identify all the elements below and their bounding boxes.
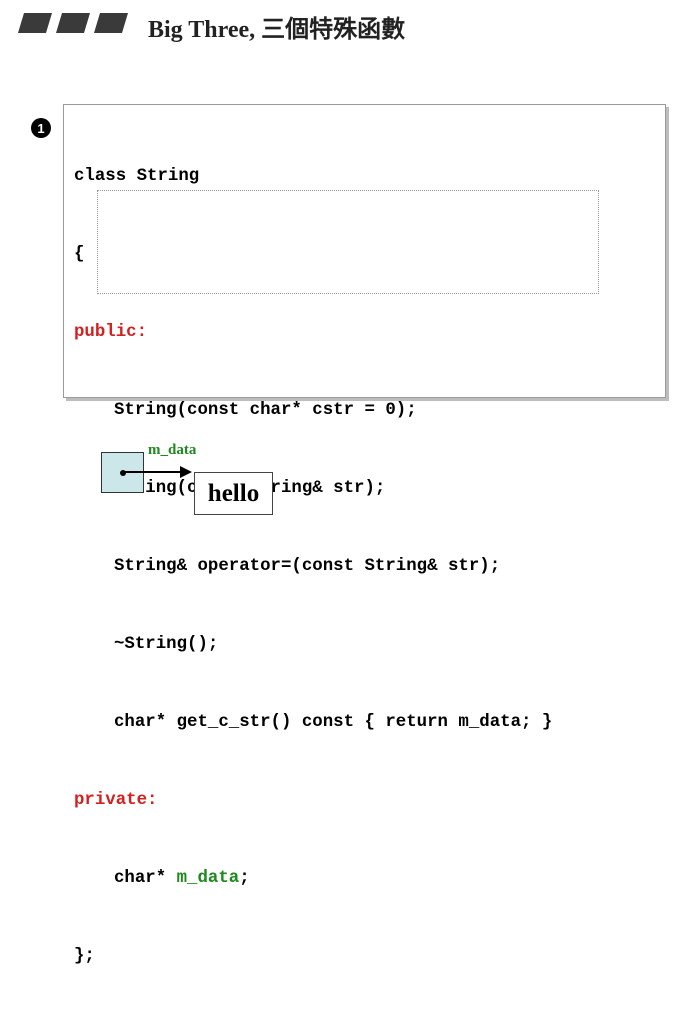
code-line: private: [74, 788, 552, 814]
public-keyword: public: [74, 323, 148, 342]
string-value-box: hello [194, 472, 273, 515]
member-terminator: ; [239, 869, 250, 888]
open-brace: { [74, 245, 85, 264]
pointer-dot [120, 470, 126, 476]
code-line: char* get_c_str() const { return m_data;… [74, 710, 552, 736]
code-line: String(const char* cstr = 0); [74, 398, 552, 424]
getter-declaration: char* get_c_str() const { return m_data;… [114, 713, 553, 732]
pointer-box [101, 452, 144, 493]
class-declaration: class String [74, 167, 200, 186]
code-text: class String { public: String(const char… [74, 112, 552, 1022]
code-line: char* m_data; [74, 866, 552, 892]
code-line: public: [74, 320, 552, 346]
destructor-declaration: ~String(); [114, 635, 219, 654]
close-brace: }; [74, 947, 95, 966]
code-line: { [74, 242, 552, 268]
code-line: class String [74, 164, 552, 190]
code-line: String(const String& str); [74, 476, 552, 502]
pointer-label: m_data [148, 442, 197, 458]
slide-title: Big Three, 三個特殊函數 [148, 17, 406, 43]
title-bars-icon [18, 13, 128, 33]
private-keyword: private: [74, 791, 158, 810]
constructor-declaration: String(const char* cstr = 0); [114, 401, 417, 420]
member-name: m_data [176, 869, 240, 888]
code-block: class String { public: String(const char… [63, 104, 666, 966]
copy-assignment-declaration: String& operator=(const String& str); [114, 557, 501, 576]
step-number-badge: 1 [31, 118, 51, 138]
code-line: String& operator=(const String& str); [74, 554, 552, 580]
code-line: }; [74, 944, 552, 970]
member-type: char* [114, 869, 177, 888]
code-line: ~String(); [74, 632, 552, 658]
